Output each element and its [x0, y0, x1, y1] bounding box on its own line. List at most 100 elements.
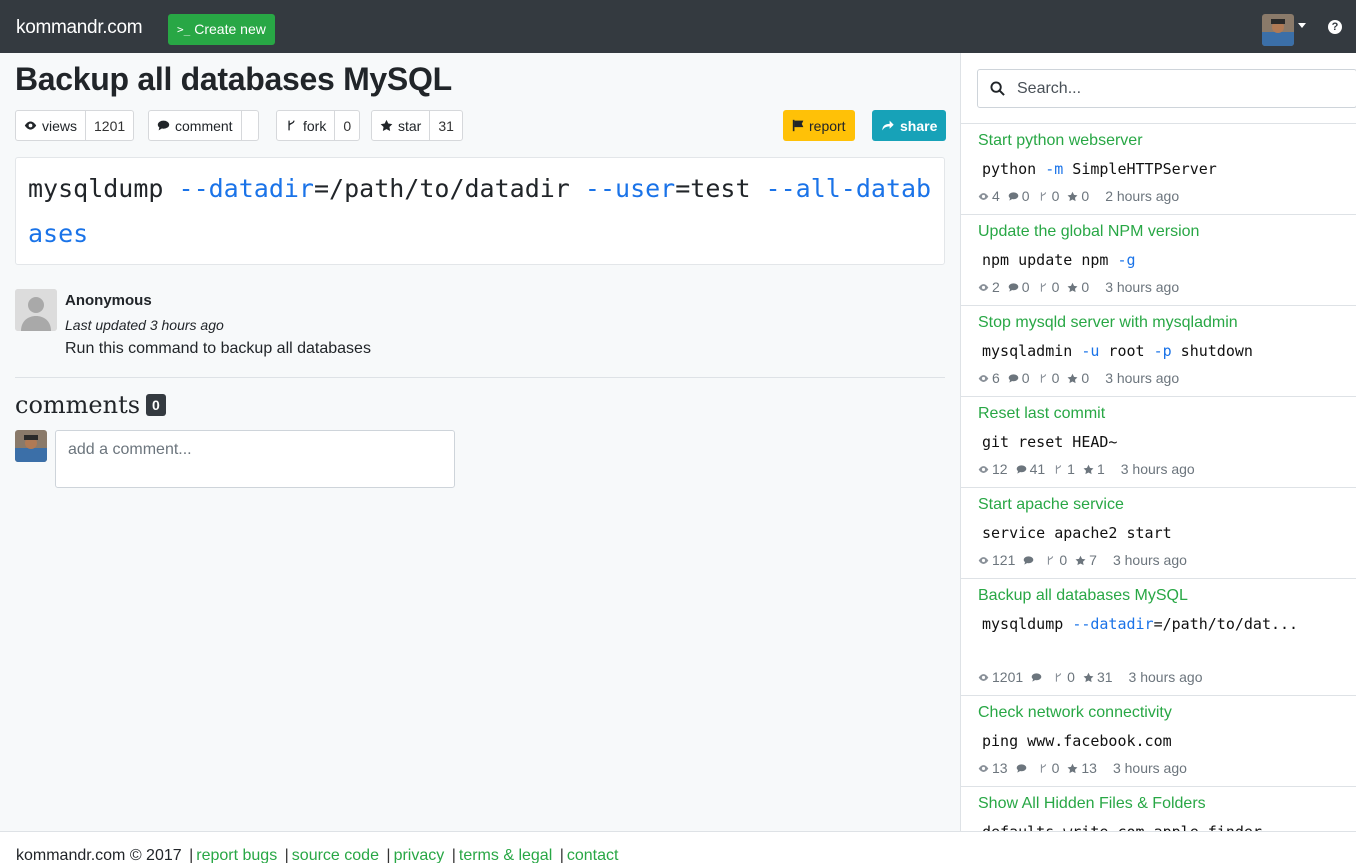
command-list-item[interactable]: Backup all databases MySQL mysqldump --da… — [961, 579, 1356, 696]
command-item-snippet: defaults write com.apple.finder — [982, 823, 1340, 831]
command-item-title[interactable]: Start python webserver — [978, 131, 1340, 151]
footer-link-privacy[interactable]: privacy — [394, 847, 445, 863]
create-new-button[interactable]: >_ Create new — [168, 14, 275, 45]
fork-icon — [1038, 282, 1049, 293]
command-list-item[interactable]: Update the global NPM version npm update … — [961, 215, 1356, 306]
user-avatar[interactable] — [1262, 14, 1294, 46]
item-stars-count: 7 — [1089, 552, 1097, 568]
command-item-snippet: ping www.facebook.com — [982, 732, 1340, 750]
eye-icon — [24, 121, 37, 130]
code-text: python — [982, 160, 1046, 178]
item-comments: 0 — [1008, 279, 1030, 295]
views-stat[interactable]: views 1201 — [15, 110, 135, 141]
item-timestamp: 3 hours ago — [1105, 370, 1180, 386]
item-stars: 0 — [1067, 279, 1089, 295]
share-button[interactable]: share — [872, 110, 947, 141]
command-list-item[interactable]: Reset last commit git reset HEAD~ 12 41 1 1 3 … — [961, 397, 1356, 488]
command-item-title[interactable]: Show All Hidden Files & Folders — [978, 794, 1340, 814]
star-icon — [1067, 282, 1078, 293]
fork-icon — [1053, 672, 1064, 683]
star-icon — [1083, 464, 1094, 475]
item-views: 12 — [978, 461, 1008, 477]
fork-icon — [288, 120, 295, 131]
command-item-title[interactable]: Stop mysqld server with mysqladmin — [978, 313, 1340, 333]
footer-link-terms[interactable]: terms & legal — [459, 847, 552, 863]
author-name: Anonymous — [65, 292, 152, 309]
command-list-item[interactable]: Start apache service service apache2 star… — [961, 488, 1356, 579]
command-item-title[interactable]: Update the global NPM version — [978, 222, 1340, 242]
command-item-stats: 6 0 0 0 3 hours ago — [978, 369, 1340, 387]
code-flag: -u — [1081, 342, 1100, 360]
command-code[interactable]: mysqldump --datadir=/path/to/datadir --u… — [28, 166, 932, 256]
item-views: 4 — [978, 188, 1000, 204]
code-text: =test — [675, 174, 766, 203]
comment-stat[interactable]: comment — [148, 110, 259, 141]
command-code-card: mysqldump --datadir=/path/to/datadir --u… — [15, 157, 945, 265]
item-comments-count: 0 — [1021, 279, 1030, 295]
item-views-count: 12 — [992, 461, 1008, 477]
search-box[interactable] — [977, 69, 1356, 108]
comment-input[interactable] — [55, 430, 455, 488]
item-stars-count: 0 — [1081, 370, 1090, 386]
fork-stat[interactable]: fork 0 — [276, 110, 361, 141]
code-text: mysqladmin — [982, 342, 1082, 360]
footer-link-report-bugs[interactable]: report bugs — [196, 847, 277, 863]
command-item-snippet: npm update npm -g — [982, 251, 1340, 269]
item-stars-count: 31 — [1096, 669, 1113, 685]
item-views: 13 — [978, 760, 1008, 776]
brand-logo[interactable]: kommandr.com — [16, 17, 143, 39]
item-forks-count: 0 — [1051, 188, 1060, 204]
star-stat[interactable]: star 31 — [371, 110, 463, 141]
report-label: report — [809, 117, 846, 134]
comment-icon — [1008, 191, 1019, 202]
item-views-count: 1201 — [992, 669, 1024, 685]
command-list-item[interactable]: Start python webserver python -m SimpleHT… — [961, 124, 1356, 215]
footer-link-source-code[interactable]: source code — [292, 847, 379, 863]
command-list-item[interactable]: Check network connectivity ping www.faceb… — [961, 696, 1356, 787]
star-icon — [1067, 763, 1078, 774]
footer-link-contact[interactable]: contact — [567, 847, 619, 863]
search-input[interactable] — [1017, 79, 1337, 98]
chevron-down-icon[interactable] — [1298, 23, 1306, 28]
item-stars: 7 — [1075, 552, 1097, 568]
item-views-count: 13 — [992, 760, 1008, 776]
item-timestamp: 3 hours ago — [1112, 760, 1187, 776]
item-timestamp: 3 hours ago — [1105, 279, 1180, 295]
command-item-stats: 12 41 1 1 3 hours ago — [978, 460, 1340, 478]
command-item-title[interactable]: Backup all databases MySQL — [978, 586, 1340, 606]
comment-icon — [1016, 763, 1027, 774]
fork-label: fork — [303, 117, 327, 134]
navbar: kommandr.com >_ Create new ? — [0, 0, 1356, 53]
commenter-avatar — [15, 430, 47, 462]
command-item-stats: 2 0 0 0 3 hours ago — [978, 278, 1340, 296]
report-button[interactable]: report — [783, 110, 855, 141]
command-item-title[interactable]: Start apache service — [978, 495, 1340, 515]
search-icon — [990, 81, 1005, 96]
command-item-title[interactable]: Reset last commit — [978, 404, 1340, 424]
eye-icon — [978, 282, 989, 293]
code-flag: --datadir — [1072, 615, 1154, 633]
code-text: =/path/to/dat... — [1153, 615, 1299, 633]
command-list-item[interactable]: Show All Hidden Files & Folders defaults … — [961, 787, 1356, 831]
item-comments — [1016, 763, 1030, 774]
item-forks: 0 — [1045, 552, 1067, 568]
command-item-snippet: service apache2 start — [982, 524, 1340, 542]
fork-icon — [1053, 464, 1064, 475]
item-views-count: 2 — [992, 279, 1000, 295]
code-text: root — [1099, 342, 1154, 360]
views-label: views — [42, 117, 78, 134]
views-count: 1201 — [94, 117, 126, 134]
star-count: 31 — [438, 117, 454, 134]
fork-icon — [1038, 373, 1049, 384]
item-stars: 0 — [1067, 188, 1089, 204]
help-icon[interactable]: ? — [1328, 20, 1342, 34]
code-text: service apache2 start — [982, 524, 1172, 542]
item-comments — [1023, 555, 1037, 566]
command-list-item[interactable]: Stop mysqld server with mysqladmin mysqla… — [961, 306, 1356, 397]
item-forks-count: 0 — [1051, 370, 1060, 386]
command-item-title[interactable]: Check network connectivity — [978, 703, 1340, 723]
item-forks-count: 0 — [1051, 279, 1060, 295]
comment-label: comment — [175, 117, 233, 134]
comment-icon — [1023, 555, 1034, 566]
code-text: shutdown — [1171, 342, 1253, 360]
